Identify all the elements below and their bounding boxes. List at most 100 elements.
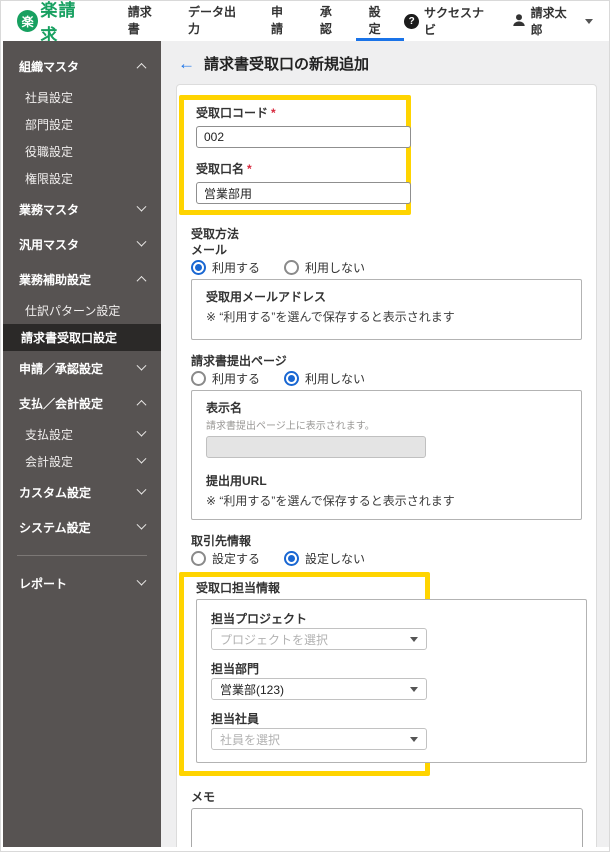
radio-checked-icon bbox=[284, 550, 300, 566]
sidebar-section-custom-settings[interactable]: カスタム設定 bbox=[3, 475, 161, 510]
sidebar-section-system-settings[interactable]: システム設定 bbox=[3, 510, 161, 545]
chevron-down-icon bbox=[136, 360, 147, 371]
help-icon bbox=[404, 13, 419, 29]
chevron-down-icon bbox=[136, 453, 147, 464]
display-name-input bbox=[206, 436, 426, 458]
sidebar-section-business-support[interactable]: 業務補助設定 bbox=[3, 262, 161, 297]
submit-page-use-radio[interactable]: 利用する bbox=[191, 370, 260, 387]
sidebar-section-application-approval[interactable]: 申請／承認設定 bbox=[3, 351, 161, 386]
sidebar-item-department-settings[interactable]: 部門設定 bbox=[3, 111, 161, 138]
sidebar-item-permission-settings[interactable]: 権限設定 bbox=[3, 165, 161, 192]
submit-page-panel: 表示名 請求書提出ページ上に表示されます。 提出用URL ※ “利用する”を選ん… bbox=[191, 390, 582, 520]
field-project: 担当プロジェクト プロジェクトを選択 bbox=[211, 612, 572, 650]
chevron-down-icon bbox=[585, 18, 593, 24]
user-name: 請求太郎 bbox=[530, 6, 567, 37]
success-navi-link[interactable]: サクセスナビ bbox=[404, 4, 493, 38]
sidebar-item-invoice-receiver-settings[interactable]: 請求書受取口設定 bbox=[3, 324, 161, 351]
nav-settings[interactable]: 設定 bbox=[355, 1, 405, 41]
mail-use-radio[interactable]: 利用する bbox=[191, 259, 260, 276]
mail-label: メール bbox=[191, 243, 228, 257]
radio-unchecked-icon bbox=[191, 550, 206, 566]
radio-checked-icon bbox=[191, 259, 206, 275]
sidebar-item-position-settings[interactable]: 役職設定 bbox=[3, 138, 161, 165]
submit-page-label: 請求書提出ページ bbox=[191, 354, 287, 368]
field-department: 担当部門 営業部(123) bbox=[211, 662, 572, 700]
chevron-down-icon bbox=[136, 201, 147, 212]
receiver-code-input[interactable] bbox=[196, 126, 411, 148]
sidebar-section-payment-accounting[interactable]: 支払／会計設定 bbox=[3, 386, 161, 421]
sidebar-section-report[interactable]: レポート bbox=[3, 566, 161, 601]
submit-url-note: ※ “利用する”を選んで保存すると表示されます bbox=[206, 494, 455, 508]
receiver-name-input[interactable] bbox=[196, 182, 411, 204]
submit-page-radio-group: 利用する 利用しない bbox=[191, 370, 582, 386]
sidebar-section-general-master[interactable]: 汎用マスタ bbox=[3, 227, 161, 262]
radio-checked-icon bbox=[284, 370, 300, 386]
top-bar-right: サクセスナビ 請求太郎 bbox=[404, 4, 593, 38]
submit-url-label: 提出用URL bbox=[206, 474, 267, 488]
sidebar: 組織マスタ 社員設定 部門設定 役職設定 権限設定 業務マスタ 汎用マスタ 業務… bbox=[3, 41, 161, 847]
sidebar-section-org-master[interactable]: 組織マスタ bbox=[3, 49, 161, 84]
chevron-down-icon bbox=[136, 575, 147, 586]
logo-text: 楽請求 bbox=[40, 1, 77, 45]
chevron-down-icon bbox=[410, 636, 418, 642]
nav-application[interactable]: 申請 bbox=[258, 1, 307, 41]
receive-method-label: 受取方法 bbox=[191, 227, 240, 241]
radio-unchecked-icon bbox=[284, 259, 300, 275]
sidebar-item-accounting-settings[interactable]: 会計設定 bbox=[3, 448, 161, 475]
department-value: 営業部(123) bbox=[220, 682, 285, 697]
memo-textarea[interactable] bbox=[191, 808, 583, 847]
sidebar-divider bbox=[17, 555, 147, 556]
contact-info-label: 受取口担当情報 bbox=[196, 581, 281, 595]
partner-not-set-radio[interactable]: 設定しない bbox=[284, 550, 365, 567]
field-receiver-name: 受取口名 * bbox=[196, 160, 411, 204]
employee-select[interactable]: 社員を選択 bbox=[211, 728, 427, 750]
page-header: ← 請求書受取口の新規追加 bbox=[178, 53, 597, 74]
receiver-code-label: 受取口コード bbox=[196, 106, 269, 120]
form-card: 受取口コード* 受取口名* 受取方法 メール 利用する 利用しない bbox=[176, 84, 597, 847]
required-mark: * bbox=[271, 106, 276, 120]
partner-set-radio[interactable]: 設定する bbox=[191, 550, 260, 567]
department-select[interactable]: 営業部(123) bbox=[211, 678, 427, 700]
sidebar-item-payment-settings[interactable]: 支払設定 bbox=[3, 421, 161, 448]
submit-page-not-use-radio[interactable]: 利用しない bbox=[284, 370, 365, 387]
contact-info-panel: 担当プロジェクト プロジェクトを選択 担当部門 営業部(123) 担当社員 社員… bbox=[196, 599, 587, 763]
highlight-box-code-name: 受取口コード* 受取口名* bbox=[179, 95, 411, 215]
required-mark: * bbox=[247, 162, 252, 176]
top-bar: 楽 楽請求 請求書 データ出力 申請 承認 設定 サクセスナビ 請求太郎 bbox=[1, 1, 609, 45]
main-content: ← 請求書受取口の新規追加 受取口コード* 受取口名* 受取方法 メール bbox=[161, 41, 609, 847]
project-label: 担当プロジェクト bbox=[211, 612, 308, 626]
partner-radio-group: 設定する 設定しない bbox=[191, 550, 582, 566]
mail-address-label: 受取用メールアドレス bbox=[206, 290, 327, 304]
chevron-down-icon bbox=[410, 736, 418, 742]
mail-radio-group: 利用する 利用しない bbox=[191, 259, 582, 275]
nav-data-export[interactable]: データ出力 bbox=[175, 1, 258, 41]
nav-invoices[interactable]: 請求書 bbox=[115, 1, 175, 41]
user-icon bbox=[512, 13, 526, 30]
employee-label: 担当社員 bbox=[211, 712, 260, 726]
partner-info-label: 取引先情報 bbox=[191, 534, 252, 548]
memo-label: メモ bbox=[191, 790, 216, 804]
chevron-up-icon bbox=[136, 399, 147, 410]
user-menu[interactable]: 請求太郎 bbox=[512, 4, 593, 38]
project-select[interactable]: プロジェクトを選択 bbox=[211, 628, 427, 650]
display-name-note: 請求書提出ページ上に表示されます。 bbox=[206, 421, 375, 432]
department-label: 担当部門 bbox=[211, 662, 260, 676]
field-receiver-code: 受取口コード * bbox=[196, 104, 411, 148]
chevron-up-icon bbox=[136, 275, 147, 286]
receiver-name-label: 受取口名 bbox=[196, 162, 245, 176]
sidebar-section-business-master[interactable]: 業務マスタ bbox=[3, 192, 161, 227]
mail-not-use-radio[interactable]: 利用しない bbox=[284, 259, 365, 276]
radio-unchecked-icon bbox=[191, 370, 206, 386]
field-employee: 担当社員 社員を選択 bbox=[211, 712, 572, 750]
chevron-up-icon bbox=[136, 62, 147, 73]
back-button[interactable]: ← bbox=[178, 55, 195, 72]
logo-icon: 楽 bbox=[17, 10, 39, 32]
sidebar-item-journal-pattern-settings[interactable]: 仕訳パターン設定 bbox=[3, 297, 161, 324]
sidebar-item-employee-settings[interactable]: 社員設定 bbox=[3, 84, 161, 111]
nav-approval[interactable]: 承認 bbox=[307, 1, 356, 41]
display-name-label: 表示名 bbox=[206, 401, 243, 415]
chevron-down-icon bbox=[136, 484, 147, 495]
app-window: 楽 楽請求 請求書 データ出力 申請 承認 設定 サクセスナビ 請求太郎 bbox=[0, 0, 610, 852]
chevron-down-icon bbox=[136, 426, 147, 437]
app-logo[interactable]: 楽 楽請求 bbox=[17, 1, 93, 46]
